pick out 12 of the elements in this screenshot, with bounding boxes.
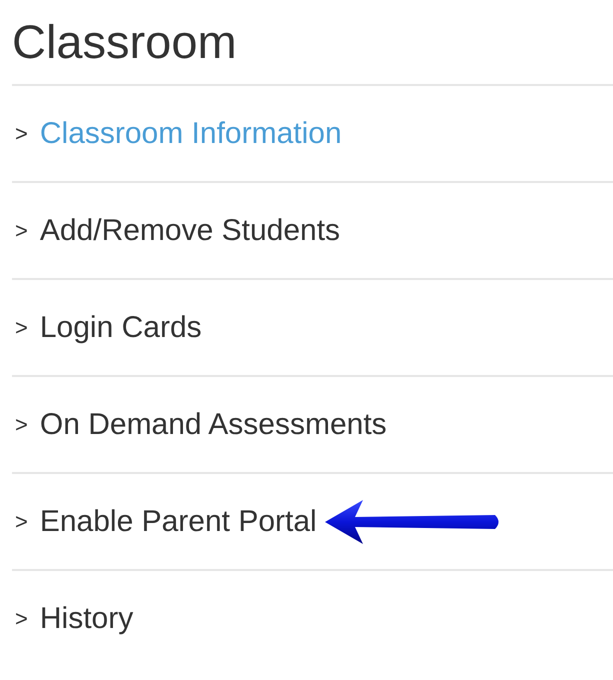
chevron-icon: > — [15, 606, 28, 632]
chevron-icon: > — [15, 508, 28, 534]
chevron-icon: > — [15, 314, 28, 340]
menu-link[interactable]: History — [40, 602, 134, 636]
chevron-icon: > — [15, 120, 28, 146]
menu-link[interactable]: Add/Remove Students — [40, 214, 340, 248]
menu-link[interactable]: Login Cards — [40, 310, 202, 344]
chevron-icon: > — [15, 218, 28, 244]
section-title: Classroom — [12, 0, 613, 86]
chevron-icon: > — [15, 412, 28, 438]
menu-link[interactable]: On Demand Assessments — [40, 408, 387, 442]
menu-link[interactable]: Enable Parent Portal — [40, 504, 317, 538]
